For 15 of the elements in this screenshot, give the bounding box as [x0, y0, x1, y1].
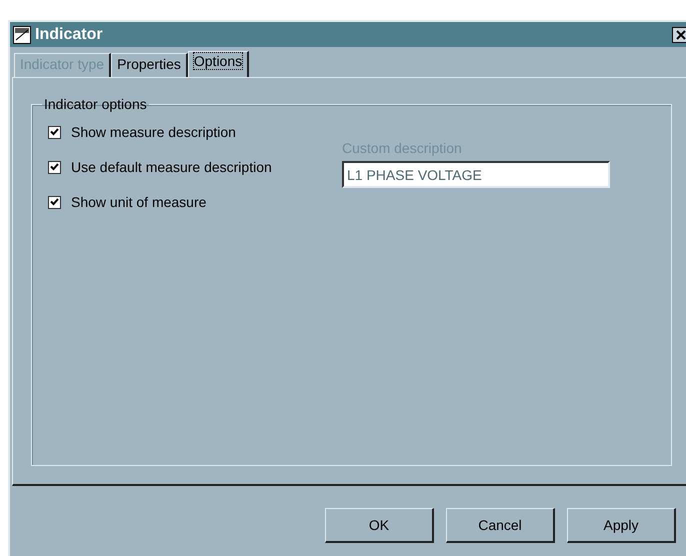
checkbox-label: Use default measure description [71, 159, 272, 175]
dialog-button[interactable]: OK [325, 508, 434, 543]
window-title: Indicator [35, 26, 104, 44]
group-title: Indicator options [43, 96, 148, 112]
tab[interactable]: Options [188, 51, 250, 77]
checkbox-label: Show measure description [71, 124, 236, 140]
tab[interactable]: Properties [111, 53, 188, 77]
checkbox[interactable] [48, 160, 61, 174]
checkbox[interactable] [48, 126, 61, 138]
window-icon [13, 26, 31, 44]
checkbox[interactable] [48, 196, 61, 208]
close-icon[interactable] [672, 26, 686, 42]
dialog-button[interactable]: Cancel [446, 508, 555, 543]
dialog-button[interactable]: Apply [567, 508, 676, 543]
checkbox-label: Show unit of measure [71, 194, 206, 210]
